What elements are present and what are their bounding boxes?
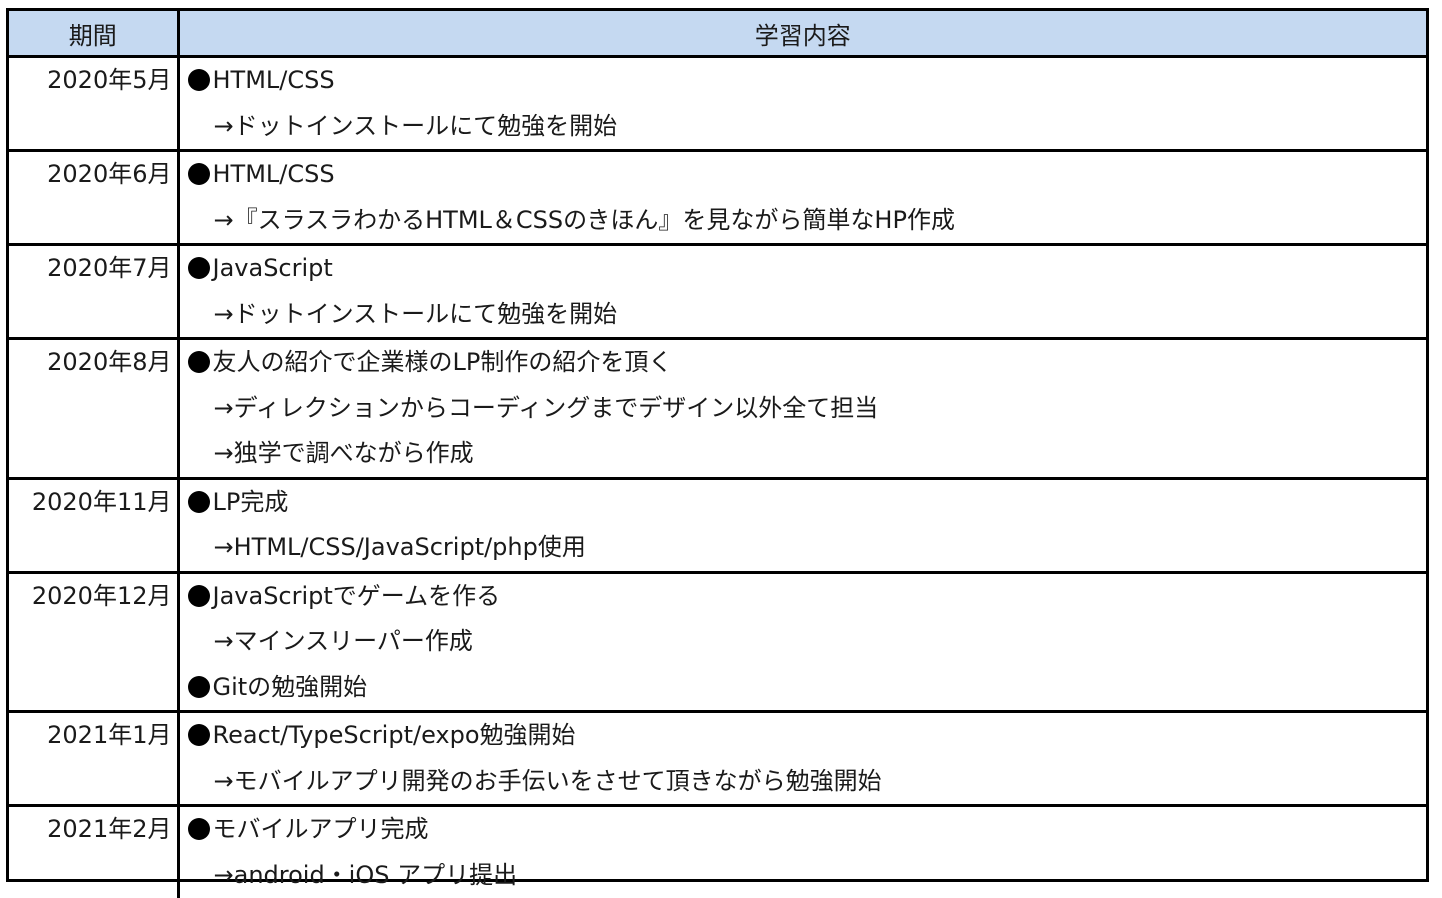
sub-item: →ディレクションからコーディングまでデザイン以外全て担当 — [180, 386, 1427, 432]
item-text: LP完成 — [213, 488, 289, 516]
sub-item: →HTML/CSS/JavaScript/php使用 — [180, 525, 1427, 571]
bullet-item: JavaScriptでゲームを作る — [180, 574, 1427, 620]
item-text: HTML/CSS — [213, 160, 335, 188]
item-text: →マインスリーパー作成 — [214, 627, 473, 655]
item-text: →HTML/CSS/JavaScript/php使用 — [214, 533, 586, 561]
bullet-item: HTML/CSS — [180, 58, 1427, 104]
study-history-table: 期間 学習内容 2020年5月 HTML/CSS →ドットインストールにて勉強を開始… — [9, 11, 1426, 898]
item-text: JavaScriptでゲームを作る — [213, 582, 501, 610]
item-text: →独学で調べながら作成 — [214, 439, 474, 467]
bullet-icon — [188, 351, 210, 373]
bullet-item: Gitの勉強開始 — [180, 665, 1427, 711]
sub-item: →マインスリーパー作成 — [180, 619, 1427, 665]
table-row: 2020年8月 友人の紹介で企業様のLP制作の紹介を頂く →ディレクションからコーデ… — [9, 339, 1426, 479]
content-cell: HTML/CSS →『スラスラわかるHTML＆CSSのきほん』を見ながら簡単なHP… — [178, 151, 1426, 245]
item-text: HTML/CSS — [213, 66, 335, 94]
item-text: →ドットインストールにて勉強を開始 — [214, 112, 618, 140]
sub-item: →『スラスラわかるHTML＆CSSのきほん』を見ながら簡単なHP作成 — [180, 198, 1427, 244]
table-row: 2020年7月 JavaScript →ドットインストールにて勉強を開始 — [9, 245, 1426, 339]
sub-item: →android・iOS アプリ提出 — [180, 853, 1427, 898]
bullet-icon — [188, 69, 210, 91]
item-text: React/TypeScript/expo勉強開始 — [213, 721, 576, 749]
bullet-icon — [188, 163, 210, 185]
bullet-item: HTML/CSS — [180, 152, 1427, 198]
content-header: 学習内容 — [178, 11, 1426, 57]
item-text: モバイルアプリ完成 — [213, 815, 429, 843]
sub-item: →ドットインストールにて勉強を開始 — [180, 104, 1427, 150]
table-body: 2020年5月HTML/CSS→ドットインストールにて勉強を開始2020年6月H… — [9, 57, 1426, 898]
bullet-icon — [188, 491, 210, 513]
item-text: →android・iOS アプリ提出 — [214, 861, 518, 889]
item-text: JavaScript — [213, 254, 333, 282]
table-row: 2020年11月 LP完成 →HTML/CSS/JavaScript/php使用 — [9, 478, 1426, 572]
period-cell: 2021年1月 — [9, 712, 178, 806]
table-row: 2021年2月 モバイルアプリ完成 →android・iOS アプリ提出 — [9, 806, 1426, 898]
period-cell: 2020年5月 — [9, 57, 178, 151]
table-row: 2020年12月 JavaScriptでゲームを作る →マインスリーパー作成 Gitの… — [9, 572, 1426, 712]
bullet-icon — [188, 818, 210, 840]
study-history-table-frame: 期間 学習内容 2020年5月 HTML/CSS →ドットインストールにて勉強を開始… — [6, 8, 1429, 882]
item-text: →ディレクションからコーディングまでデザイン以外全て担当 — [214, 394, 879, 422]
item-text: →ドットインストールにて勉強を開始 — [214, 300, 618, 328]
period-cell: 2021年2月 — [9, 806, 178, 898]
period-header: 期間 — [9, 11, 178, 57]
content-cell: 友人の紹介で企業様のLP制作の紹介を頂く →ディレクションからコーディングまでデザ… — [178, 339, 1426, 479]
content-cell: HTML/CSS →ドットインストールにて勉強を開始 — [178, 57, 1426, 151]
bullet-icon — [188, 585, 210, 607]
content-cell: JavaScript →ドットインストールにて勉強を開始 — [178, 245, 1426, 339]
item-text: Gitの勉強開始 — [213, 673, 368, 701]
content-cell: React/TypeScript/expo勉強開始 →モバイルアプリ開発のお手伝い… — [178, 712, 1426, 806]
period-cell: 2020年11月 — [9, 478, 178, 572]
item-text: →モバイルアプリ開発のお手伝いをさせて頂きながら勉強開始 — [214, 767, 882, 795]
period-cell: 2020年8月 — [9, 339, 178, 479]
item-text: →『スラスラわかるHTML＆CSSのきほん』を見ながら簡単なHP作成 — [214, 206, 955, 234]
table-row: 2021年1月 React/TypeScript/expo勉強開始 →モバイルアプリ… — [9, 712, 1426, 806]
bullet-icon — [188, 257, 210, 279]
item-text: 友人の紹介で企業様のLP制作の紹介を頂く — [213, 348, 673, 376]
bullet-item: モバイルアプリ完成 — [180, 807, 1427, 853]
sub-item: →独学で調べながら作成 — [180, 431, 1427, 477]
sub-item: →モバイルアプリ開発のお手伝いをさせて頂きながら勉強開始 — [180, 759, 1427, 805]
table-row: 2020年5月 HTML/CSS →ドットインストールにて勉強を開始 — [9, 57, 1426, 151]
bullet-item: 友人の紹介で企業様のLP制作の紹介を頂く — [180, 340, 1427, 386]
content-cell: モバイルアプリ完成 →android・iOS アプリ提出 — [178, 806, 1426, 898]
bullet-item: React/TypeScript/expo勉強開始 — [180, 713, 1427, 759]
bullet-icon — [188, 724, 210, 746]
sub-item: →ドットインストールにて勉強を開始 — [180, 292, 1427, 338]
period-cell: 2020年6月 — [9, 151, 178, 245]
bullet-icon — [188, 676, 210, 698]
bullet-item: LP完成 — [180, 480, 1427, 526]
table-row: 2020年6月 HTML/CSS →『スラスラわかるHTML＆CSSのきほん』を見な… — [9, 151, 1426, 245]
period-cell: 2020年7月 — [9, 245, 178, 339]
content-cell: JavaScriptでゲームを作る →マインスリーパー作成 Gitの勉強開始 — [178, 572, 1426, 712]
header-row: 期間 学習内容 — [9, 11, 1426, 57]
content-cell: LP完成 →HTML/CSS/JavaScript/php使用 — [178, 478, 1426, 572]
bullet-item: JavaScript — [180, 246, 1427, 292]
period-cell: 2020年12月 — [9, 572, 178, 712]
